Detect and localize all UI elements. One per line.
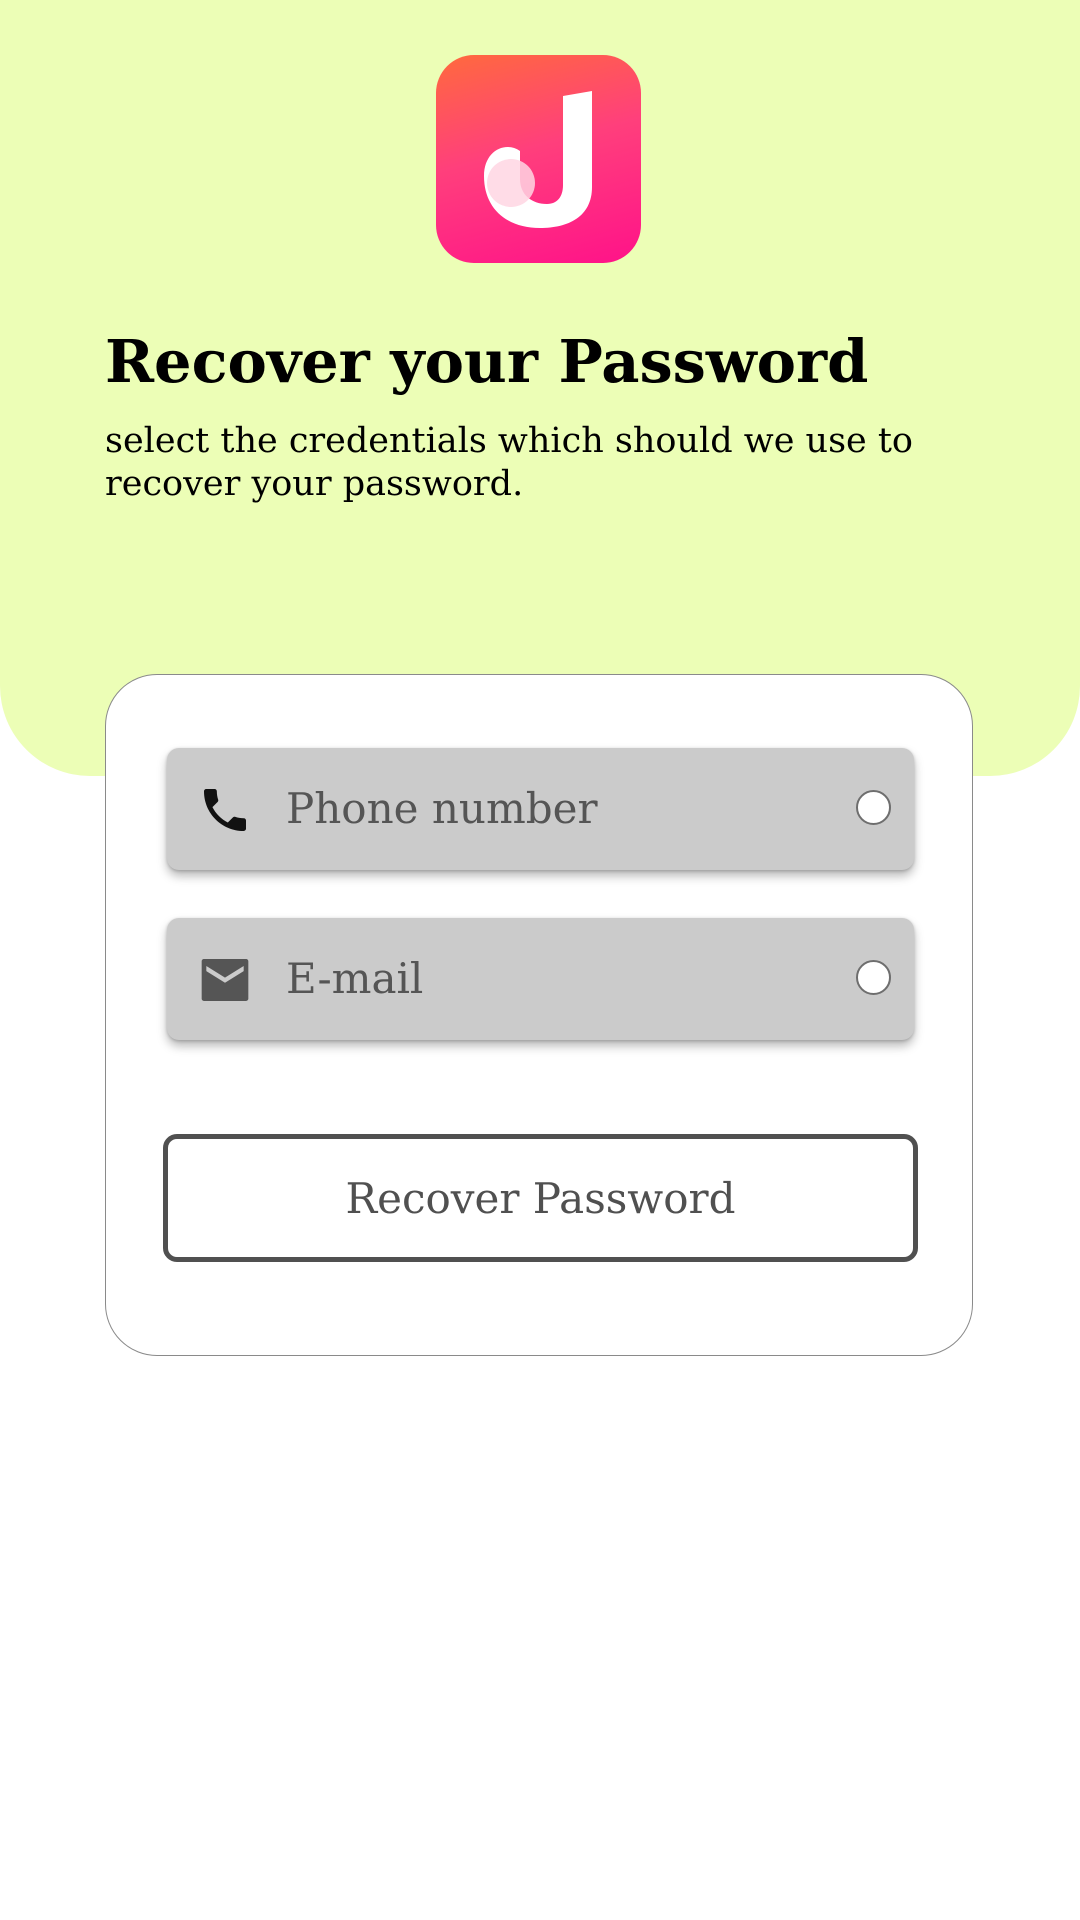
- app-logo-icon: [436, 55, 641, 263]
- mail-icon: [201, 959, 249, 1001]
- page-subtitle: select the credentials which should we u…: [105, 421, 914, 504]
- phone-number-label: Phone number: [286, 784, 598, 833]
- page-title: Recover your Password: [105, 327, 869, 396]
- phone-icon: [204, 789, 246, 831]
- recover-password-button[interactable]: Recover Password: [163, 1134, 918, 1262]
- recovery-options-card: Phone number E-mail Recover Password: [105, 674, 973, 1356]
- phone-number-radio[interactable]: [856, 790, 891, 825]
- phone-number-option[interactable]: Phone number: [167, 748, 914, 870]
- email-radio[interactable]: [856, 960, 891, 995]
- email-label: E-mail: [286, 954, 424, 1003]
- email-option[interactable]: E-mail: [167, 918, 914, 1040]
